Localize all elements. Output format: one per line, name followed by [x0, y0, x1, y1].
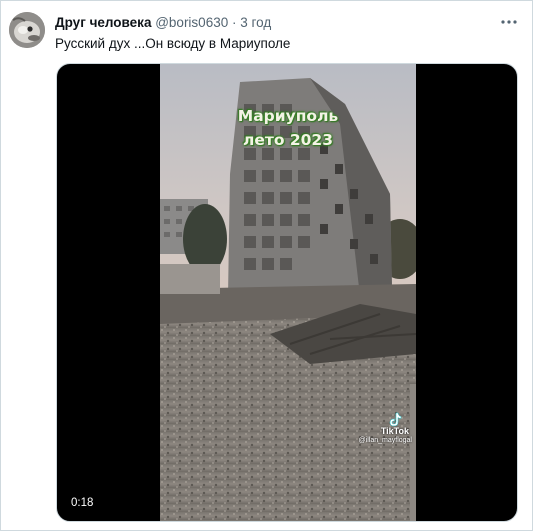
tiktok-brand-label: TikTok: [380, 426, 409, 436]
video-duration: 0:18: [71, 497, 94, 509]
video-player[interactable]: Мариуполь лето 2023 TikTok @illan_mayflo…: [56, 63, 518, 522]
avatar-image: [9, 12, 45, 48]
separator-dot: ·: [231, 15, 237, 30]
post-time[interactable]: 3 год: [240, 15, 271, 30]
video-caption-line2: лето 2023: [242, 131, 334, 149]
tweet-text: Русский дух ...Он всюду в Мариуполе: [55, 36, 291, 51]
tiktok-watermark: TikTok @illan_mayflogal: [359, 412, 412, 445]
video-frame[interactable]: Мариуполь лето 2023 TikTok @illan_mayflo…: [160, 64, 416, 521]
avatar[interactable]: [9, 12, 45, 48]
tweet-header: Друг человека @boris0630 · 3 год: [55, 14, 271, 32]
more-options-icon: [501, 20, 517, 24]
author-handle[interactable]: @boris0630: [155, 15, 228, 30]
author-name[interactable]: Друг человека: [55, 15, 151, 30]
more-options-button[interactable]: [500, 15, 518, 29]
tiktok-logo-icon: [389, 412, 402, 427]
tweet-card[interactable]: Друг человека @boris0630 · 3 год Русский…: [0, 0, 533, 531]
video-caption-line1: Мариуполь: [237, 107, 339, 125]
tiktok-username: @illan_mayflogal: [358, 437, 412, 444]
